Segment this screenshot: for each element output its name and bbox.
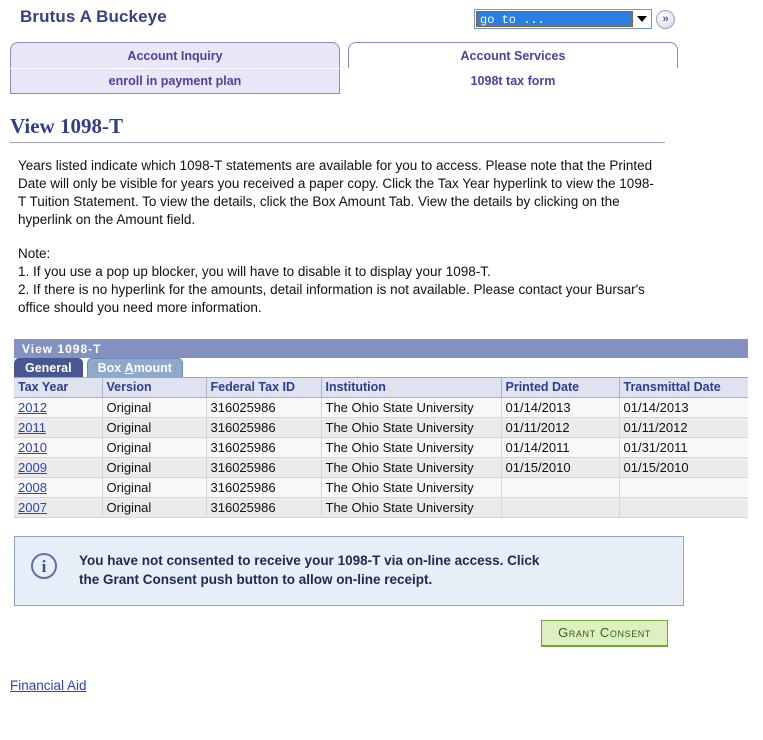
consent-message: i You have not consented to receive your…: [14, 536, 684, 606]
info-icon: i: [31, 553, 57, 579]
column-header-tax-year[interactable]: Tax Year: [14, 378, 103, 398]
cell-version: Original: [102, 497, 207, 518]
cell-institution: The Ohio State University: [321, 417, 502, 438]
goto-submit-button[interactable]: »: [656, 9, 675, 29]
tax-year-link[interactable]: 2009: [18, 460, 47, 475]
note-block: Note: 1. If you use a pop up blocker, yo…: [18, 245, 658, 317]
grant-consent-button[interactable]: Grant Consent: [541, 620, 668, 647]
consent-message-line-1: You have not consented to receive your 1…: [79, 553, 540, 568]
cell-institution: The Ohio State University: [321, 397, 502, 418]
view-1098t-grid: View 1098-T General Box Amount Tax Year …: [14, 339, 748, 518]
table-row: 2008 Original 316025986 The Ohio State Univ…: [14, 477, 748, 498]
table-body: 2012 Original 316025986 The Ohio State Univ…: [14, 397, 748, 518]
cell-printed-date: 01/11/2012: [501, 417, 620, 438]
cell-printed-date: [501, 497, 620, 518]
tax-year-link[interactable]: 2007: [18, 500, 47, 515]
cell-institution: The Ohio State University: [321, 497, 502, 518]
column-header-version[interactable]: Version: [102, 378, 207, 398]
cell-institution: The Ohio State University: [321, 437, 502, 458]
column-header-transmittal-date[interactable]: Transmittal Date: [619, 378, 748, 398]
cell-transmittal-date: [619, 497, 748, 518]
cell-version: Original: [102, 457, 207, 478]
goto-select[interactable]: go to ...: [474, 9, 652, 29]
footer-link-financial-aid[interactable]: Financial Aid: [10, 678, 87, 693]
chevron-down-icon[interactable]: [633, 11, 650, 27]
cell-tax-year[interactable]: 2010: [14, 437, 103, 458]
grid-title: View 1098-T: [14, 339, 748, 358]
cell-institution: The Ohio State University: [321, 477, 502, 498]
cell-tax-year[interactable]: 2007: [14, 497, 103, 518]
cell-version: Original: [102, 397, 207, 418]
intro-paragraph: Years listed indicate which 1098-T state…: [18, 158, 654, 227]
column-header-printed-date[interactable]: Printed Date: [501, 378, 620, 398]
cell-transmittal-date: 01/11/2012: [619, 417, 748, 438]
cell-transmittal-date: [619, 477, 748, 498]
tab-row-primary: Account Inquiry Account Services: [10, 42, 753, 68]
page-title: View 1098-T: [10, 114, 123, 138]
page-footer: Financial Aid: [10, 677, 763, 695]
table-row: 2009 Original 316025986 The Ohio State Univ…: [14, 457, 748, 478]
cell-transmittal-date: 01/15/2010: [619, 457, 748, 478]
cell-tax-year[interactable]: 2012: [14, 397, 103, 418]
column-header-institution[interactable]: Institution: [321, 378, 502, 398]
tab-navigation: Account Inquiry Account Services enroll …: [0, 42, 763, 94]
cell-transmittal-date: 01/14/2013: [619, 397, 748, 418]
instructions-block: Years listed indicate which 1098-T state…: [18, 157, 658, 317]
cell-version: Original: [102, 477, 207, 498]
tax-year-link[interactable]: 2012: [18, 400, 47, 415]
cell-printed-date: 01/14/2011: [501, 437, 620, 458]
table-row: 2011 Original 316025986 The Ohio State Univ…: [14, 417, 748, 438]
cell-printed-date: [501, 477, 620, 498]
table-header-row: Tax Year Version Federal Tax ID Institut…: [14, 378, 748, 398]
title-divider: [10, 142, 665, 143]
tab-account-services[interactable]: Account Services: [348, 42, 678, 68]
cell-printed-date: 01/14/2013: [501, 397, 620, 418]
cell-printed-date: 01/15/2010: [501, 457, 620, 478]
tax-forms-table: Tax Year Version Federal Tax ID Institut…: [14, 378, 748, 518]
note-item-2: 2. If there is no hyperlink for the amou…: [18, 282, 645, 315]
table-row: 2007 Original 316025986 The Ohio State Univ…: [14, 497, 748, 518]
subtab-box-amount[interactable]: Box Amount: [86, 358, 183, 377]
cell-tax-year[interactable]: 2011: [14, 417, 103, 438]
action-row: Grant Consent: [0, 620, 763, 647]
tab-1098t-tax-form[interactable]: 1098t tax form: [348, 69, 678, 94]
note-heading: Note:: [18, 246, 51, 261]
goto-navigation: go to ... »: [474, 9, 675, 29]
cell-federal-tax-id: 316025986: [206, 437, 322, 458]
consent-message-text: You have not consented to receive your 1…: [79, 549, 539, 589]
note-item-1: 1. If you use a pop up blocker, you will…: [18, 264, 491, 279]
cell-institution: The Ohio State University: [321, 457, 502, 478]
grid-subtabs: General Box Amount: [14, 358, 748, 378]
tax-year-link[interactable]: 2011: [18, 420, 46, 435]
user-name: Brutus A Buckeye: [20, 7, 167, 26]
cell-federal-tax-id: 316025986: [206, 477, 322, 498]
cell-federal-tax-id: 316025986: [206, 417, 322, 438]
tax-year-link[interactable]: 2010: [18, 440, 47, 455]
tab-account-inquiry[interactable]: Account Inquiry: [10, 42, 340, 68]
tax-year-link[interactable]: 2008: [18, 480, 47, 495]
cell-federal-tax-id: 316025986: [206, 397, 322, 418]
cell-transmittal-date: 01/31/2011: [619, 437, 748, 458]
table-row: 2012 Original 316025986 The Ohio State Univ…: [14, 397, 748, 418]
cell-federal-tax-id: 316025986: [206, 457, 322, 478]
goto-selected-value: go to ...: [476, 11, 633, 27]
page-header: Brutus A Buckeye go to ... »: [0, 0, 763, 42]
tab-enroll-in-payment-plan[interactable]: enroll in payment plan: [10, 69, 340, 94]
cell-tax-year[interactable]: 2009: [14, 457, 103, 478]
cell-version: Original: [102, 437, 207, 458]
consent-message-line-2: the Grant Consent push button to allow o…: [79, 572, 433, 587]
table-row: 2010 Original 316025986 The Ohio State Univ…: [14, 437, 748, 458]
cell-tax-year[interactable]: 2008: [14, 477, 103, 498]
tab-row-secondary: enroll in payment plan 1098t tax form: [10, 69, 753, 94]
column-header-federal-tax-id[interactable]: Federal Tax ID: [206, 378, 322, 398]
cell-version: Original: [102, 417, 207, 438]
cell-federal-tax-id: 316025986: [206, 497, 322, 518]
subtab-general[interactable]: General: [14, 358, 83, 377]
